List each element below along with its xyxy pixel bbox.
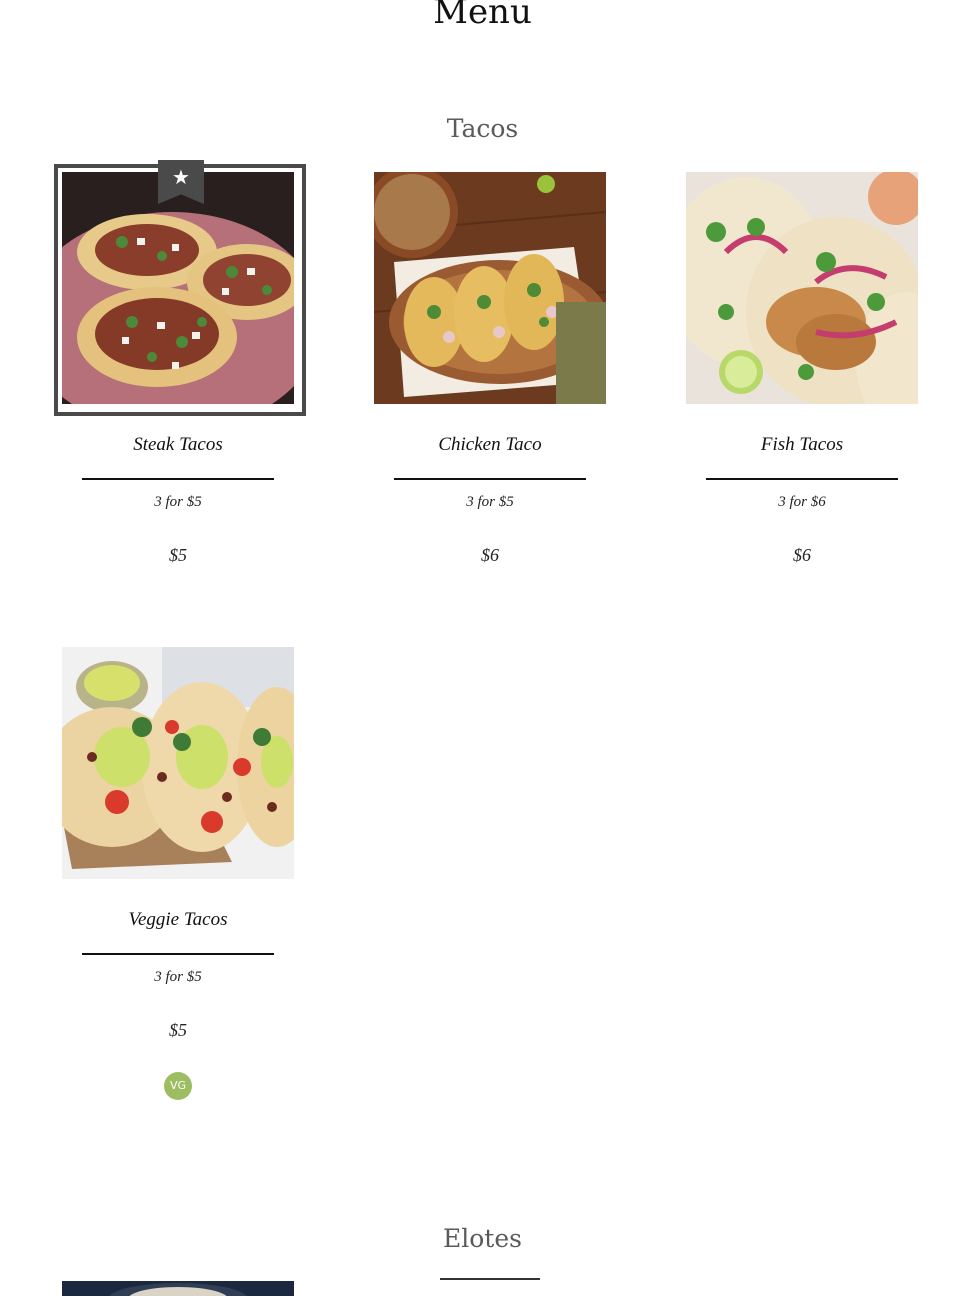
item-description: 3 for $5 [154,969,202,985]
item-description: 3 for $5 [154,494,202,510]
item-name: Steak Tacos [133,434,223,455]
item-price: $6 [481,545,499,565]
item-divider [82,478,274,480]
elotes-photo [62,1281,294,1296]
vegan-badge: VG [164,1072,192,1100]
section-divider [440,1278,540,1280]
item-description: 3 for $5 [466,494,514,510]
item-price: $6 [793,545,811,565]
item-price: $5 [169,545,187,565]
item-description: 3 for $6 [778,494,826,510]
item-name: Chicken Taco [438,434,542,455]
steak-tacos-photo [62,172,294,404]
item-divider [706,478,898,480]
page-title: Menu [433,0,532,32]
section-title-tacos: Tacos [446,114,519,143]
chicken-taco-photo [374,172,606,404]
fish-tacos-photo [686,172,918,404]
item-divider [82,953,274,955]
item-divider [394,478,586,480]
section-title-elotes: Elotes [443,1224,522,1253]
item-name: Veggie Tacos [128,909,228,930]
item-name: Fish Tacos [760,434,844,455]
item-price: $5 [169,1020,187,1040]
veggie-tacos-photo [62,647,294,879]
